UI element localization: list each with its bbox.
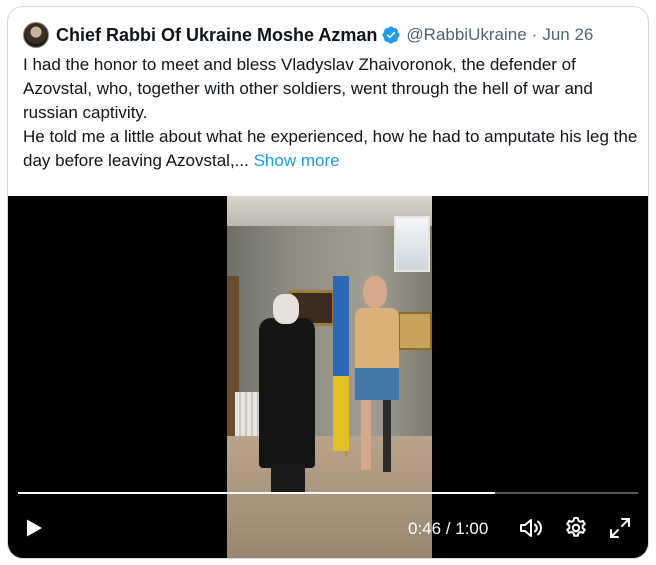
tweet-card[interactable]: Chief Rabbi Of Ukraine Moshe Azman @Rabb…	[7, 6, 649, 559]
video-progress-fill	[18, 492, 496, 494]
tweet-text-line1: I had the honor to meet and bless Vladys…	[23, 55, 593, 122]
show-more-link[interactable]: Show more	[254, 151, 340, 170]
tweet-date[interactable]: Jun 26	[542, 25, 593, 45]
video-controls: 0:46 / 1:00	[8, 506, 648, 550]
avatar[interactable]	[23, 22, 49, 48]
author-name[interactable]: Chief Rabbi Of Ukraine Moshe Azman	[56, 25, 377, 46]
tweet-header: Chief Rabbi Of Ukraine Moshe Azman @Rabb…	[23, 20, 638, 50]
video-time: 0:46 / 1:00	[408, 519, 489, 538]
play-icon[interactable]	[22, 516, 46, 540]
separator-dot: ·	[531, 25, 538, 44]
video-progress-bar[interactable]	[18, 492, 638, 494]
verified-badge-icon	[382, 26, 400, 44]
settings-gear-icon[interactable]	[564, 516, 588, 540]
video-player[interactable]: 0:46 / 1:00	[8, 196, 648, 558]
video-frame[interactable]	[227, 196, 432, 558]
tweet-text: I had the honor to meet and bless Vladys…	[23, 53, 643, 173]
fullscreen-icon[interactable]	[608, 516, 632, 540]
author-handle[interactable]: @RabbiUkraine	[406, 25, 526, 45]
volume-icon[interactable]	[518, 516, 544, 540]
